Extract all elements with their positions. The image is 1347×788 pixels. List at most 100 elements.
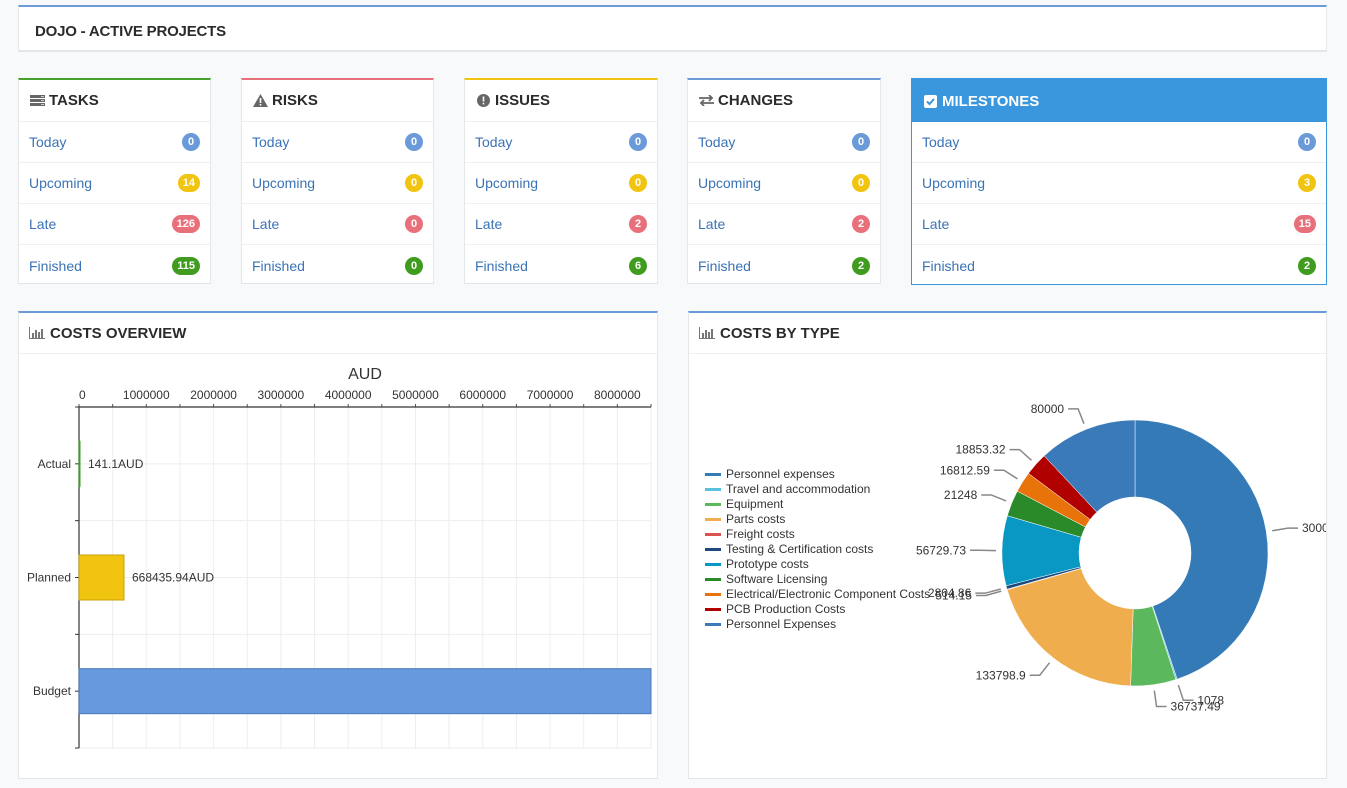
costs-by-type-chart: 3000107836737.49133798.9514.152804.86567… xyxy=(705,402,1326,713)
milestones-row-finished[interactable]: Finished 2 xyxy=(912,245,1326,286)
row-label[interactable]: Today xyxy=(252,134,289,150)
row-label[interactable]: Late xyxy=(475,216,502,232)
x-tick-label: 6000000 xyxy=(459,388,506,402)
legend-item[interactable]: Equipment xyxy=(705,497,784,511)
issues-row-late[interactable]: Late 2 xyxy=(465,204,657,245)
milestones-card: MILESTONES Today 0 Upcoming 3 Late 15 Finished… xyxy=(911,78,1327,285)
row-label[interactable]: Upcoming xyxy=(29,175,92,191)
card-title: TASKS xyxy=(49,92,99,109)
chart-title: AUD xyxy=(348,366,382,383)
row-label[interactable]: Finished xyxy=(29,258,82,274)
tasks-row-upcoming[interactable]: Upcoming 14 xyxy=(19,163,210,204)
legend-swatch xyxy=(705,488,721,491)
bar-chart-icon xyxy=(29,327,45,339)
changes-row-upcoming[interactable]: Upcoming 0 xyxy=(688,163,880,204)
row-label[interactable]: Upcoming xyxy=(475,175,538,191)
legend-item[interactable]: Prototype costs xyxy=(705,557,809,571)
legend-label: Prototype costs xyxy=(726,557,809,571)
x-tick-label: 0 xyxy=(79,388,86,402)
row-label[interactable]: Today xyxy=(698,134,735,150)
count-badge: 2 xyxy=(852,256,870,275)
slice-value-label: 21248 xyxy=(944,488,978,502)
changes-row-late[interactable]: Late 2 xyxy=(688,204,880,245)
count-badge: 0 xyxy=(629,133,647,151)
risks-row-finished[interactable]: Finished 0 xyxy=(242,245,433,286)
row-label[interactable]: Late xyxy=(29,216,56,232)
legend-label: Personnel expenses xyxy=(726,467,835,481)
changes-row-today[interactable]: Today 0 xyxy=(688,122,880,163)
milestones-row-upcoming[interactable]: Upcoming 3 xyxy=(912,163,1326,204)
count-badge: 6 xyxy=(629,256,647,275)
row-label[interactable]: Late xyxy=(922,216,949,232)
row-label[interactable]: Finished xyxy=(475,258,528,274)
tasks-row-today[interactable]: Today 0 xyxy=(19,122,210,163)
row-label[interactable]: Upcoming xyxy=(922,175,985,191)
count-badge: 2 xyxy=(629,215,647,233)
label-leader-line xyxy=(1068,408,1085,424)
slice-value-label: 3000 xyxy=(1302,521,1326,535)
row-label[interactable]: Today xyxy=(29,134,66,150)
slice-value-label: 56729.73 xyxy=(916,543,966,557)
legend-swatch xyxy=(705,473,721,476)
y-category-label: Actual xyxy=(38,457,71,471)
count-badge: 14 xyxy=(177,174,200,192)
count-badge: 0 xyxy=(629,174,647,192)
legend-label: Testing & Certification costs xyxy=(726,542,873,556)
legend-item[interactable]: Freight costs xyxy=(705,527,795,541)
legend-label: PCB Production Costs xyxy=(726,602,845,616)
legend-item[interactable]: Travel and accommodation xyxy=(705,482,870,496)
row-label[interactable]: Today xyxy=(475,134,512,150)
risks-row-upcoming[interactable]: Upcoming 0 xyxy=(242,163,433,204)
row-label[interactable]: Today xyxy=(922,134,959,150)
slice-value-label: 16812.59 xyxy=(940,463,990,477)
legend-item[interactable]: Testing & Certification costs xyxy=(705,542,873,556)
row-label[interactable]: Finished xyxy=(922,258,975,274)
risks-card: RISKS Today 0 Upcoming 0 Late 0 Finished 0 xyxy=(241,78,434,284)
tasks-card: TASKS Today 0 Upcoming 14 Late 126 Finished 115 xyxy=(18,78,211,284)
row-label[interactable]: Upcoming xyxy=(698,175,761,191)
issues-row-today[interactable]: Today 0 xyxy=(465,122,657,163)
slice-value-label: 2804.86 xyxy=(928,586,972,600)
warning-icon xyxy=(252,94,268,108)
row-label[interactable]: Finished xyxy=(698,258,751,274)
slice-value-label: 18853.32 xyxy=(955,443,1005,457)
x-tick-label: 4000000 xyxy=(325,388,372,402)
card-title: ISSUES xyxy=(495,92,551,109)
label-leader-line xyxy=(981,494,1007,502)
legend-item[interactable]: Personnel Expenses xyxy=(705,617,836,631)
legend-item[interactable]: Electrical/Electronic Component Costs xyxy=(705,587,930,601)
legend-label: Personnel Expenses xyxy=(726,617,836,631)
row-label[interactable]: Upcoming xyxy=(252,175,315,191)
issues-card-header: ISSUES xyxy=(465,80,657,122)
issues-row-finished[interactable]: Finished 6 xyxy=(465,245,657,286)
bar-actual xyxy=(78,440,81,487)
legend-item[interactable]: Software Licensing xyxy=(705,572,827,586)
count-badge: 0 xyxy=(405,256,423,275)
legend-swatch xyxy=(705,593,721,596)
row-label[interactable]: Finished xyxy=(252,258,305,274)
costs-by-type-header: COSTS BY TYPE xyxy=(689,313,1326,354)
panel-title: COSTS BY TYPE xyxy=(720,324,840,342)
card-title: MILESTONES xyxy=(942,92,1040,110)
count-badge: 0 xyxy=(405,174,423,192)
tasks-row-finished[interactable]: Finished 115 xyxy=(19,245,210,286)
risks-row-today[interactable]: Today 0 xyxy=(242,122,433,163)
donut-slice[interactable] xyxy=(1006,568,1134,687)
risks-row-late[interactable]: Late 0 xyxy=(242,204,433,245)
legend-label: Equipment xyxy=(726,497,784,511)
exchange-icon xyxy=(698,94,714,108)
milestones-row-late[interactable]: Late 15 xyxy=(912,204,1326,245)
legend-item[interactable]: Parts costs xyxy=(705,512,785,526)
row-label[interactable]: Late xyxy=(252,216,279,232)
legend-item[interactable]: Personnel expenses xyxy=(705,467,835,481)
milestones-row-today[interactable]: Today 0 xyxy=(912,122,1326,163)
slice-value-label: 80000 xyxy=(1031,402,1065,416)
legend-item[interactable]: PCB Production Costs xyxy=(705,602,845,616)
row-label[interactable]: Late xyxy=(698,216,725,232)
changes-row-finished[interactable]: Finished 2 xyxy=(688,245,880,286)
card-title: CHANGES xyxy=(718,92,794,109)
costs-overview-panel: COSTS OVERVIEW AUD 0 1000000 2000000 3000000… xyxy=(18,311,658,779)
tasks-row-late[interactable]: Late 126 xyxy=(19,204,210,245)
issues-row-upcoming[interactable]: Upcoming 0 xyxy=(465,163,657,204)
count-badge: 2 xyxy=(1298,256,1316,275)
